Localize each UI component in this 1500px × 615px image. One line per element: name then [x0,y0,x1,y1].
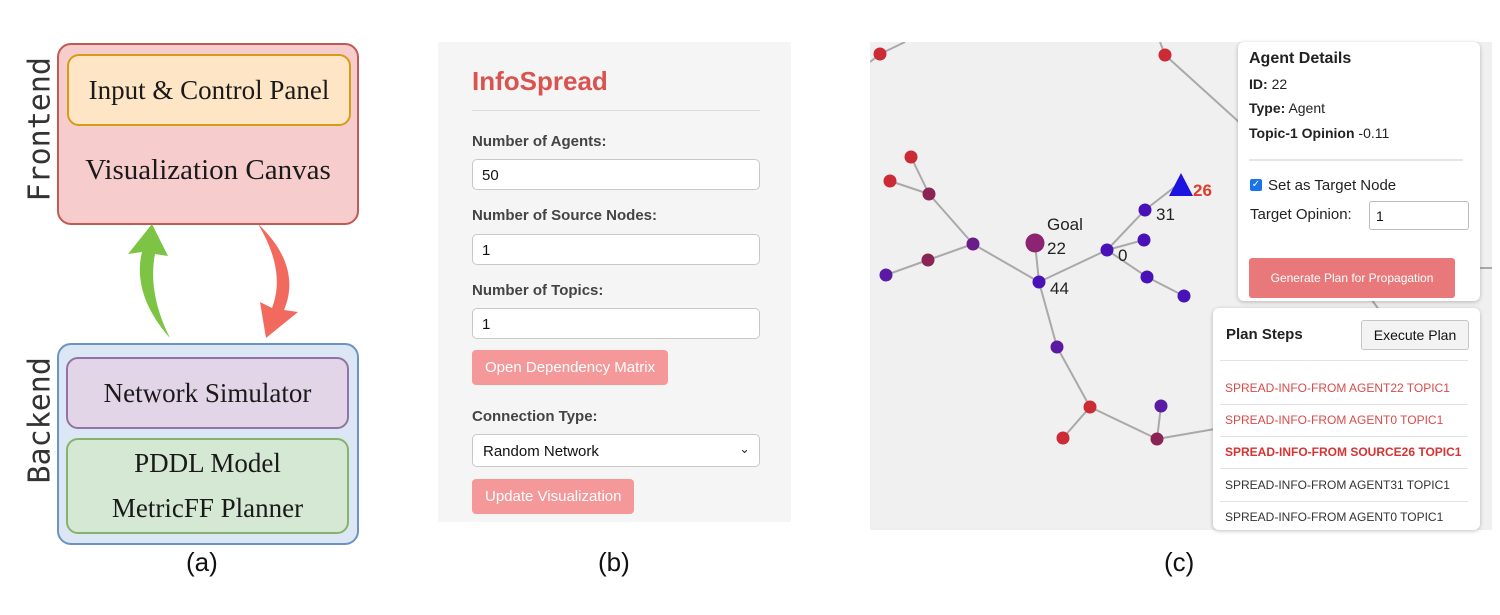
network-node[interactable] [922,187,936,201]
network-node[interactable] [883,174,897,188]
plan-step[interactable]: SPREAD-INFO-FROM AGENT22 TOPIC1 [1225,381,1450,395]
caption-c: (c) [1164,547,1195,577]
plan-steps-heading: Plan Steps [1226,326,1303,343]
target-node-checkbox-label: Set as Target Node [1268,177,1397,194]
connection-type-value: Random Network [483,443,599,460]
open-dependency-matrix-label: Open Dependency Matrix [485,359,656,376]
frontend-side-label: Frontend [22,57,58,202]
execute-plan-button[interactable]: Execute Plan [1361,320,1469,350]
agent-type-value: Agent [1288,100,1326,116]
network-simulator-box: Network Simulator [66,357,349,429]
execute-plan-label: Execute Plan [1373,327,1457,343]
target-opinion-label: Target Opinion: [1250,206,1352,223]
network-node[interactable] [904,150,918,164]
connection-type-label: Connection Type: [472,408,598,425]
node-44-label: 44 [1050,279,1069,298]
title-divider [472,110,760,111]
generate-plan-button[interactable]: Generate Plan for Propagation [1249,258,1455,298]
visualization-canvas-label: Visualization Canvas [85,153,331,186]
pddl-planner-box: PDDL Model MetricFF Planner [66,438,349,534]
goal-node-label: Goal [1047,215,1083,234]
network-node[interactable] [1140,270,1154,284]
num-agents-input[interactable]: 50 [472,159,760,190]
app-title: InfoSpread [472,66,608,96]
plan-divider [1220,436,1468,437]
plan-step-current[interactable]: SPREAD-INFO-FROM SOURCE26 TOPIC1 [1225,445,1461,459]
network-node[interactable] [921,253,935,267]
node-0-label: 0 [1118,246,1128,265]
pddl-model-label: PDDL Model [134,448,281,478]
plan-step[interactable]: SPREAD-INFO-FROM AGENT31 TOPIC1 [1225,478,1450,492]
network-node[interactable] [1150,432,1164,446]
plan-step[interactable]: SPREAD-INFO-FROM AGENT0 TOPIC1 [1225,413,1443,427]
plan-step[interactable]: SPREAD-INFO-FROM AGENT0 TOPIC1 [1225,510,1443,524]
agent-opinion-row: Topic-1 Opinion -0.11 [1249,125,1389,141]
node-26-label: 26 [1193,181,1212,200]
plan-divider [1220,468,1468,469]
network-node-44[interactable] [1032,275,1046,289]
agent-opinion-value: -0.11 [1358,125,1390,141]
num-sources-input[interactable]: 1 [472,234,760,265]
network-node[interactable] [873,47,887,61]
generate-plan-label: Generate Plan for Propagation [1270,271,1434,285]
network-node[interactable] [1083,400,1097,414]
num-topics-label: Number of Topics: [472,282,604,299]
network-node-31[interactable] [1138,203,1152,217]
network-node[interactable] [1154,399,1168,413]
node-31-label: 31 [1156,205,1175,224]
plan-divider [1220,404,1468,405]
source-node-26-triangle[interactable] [1169,173,1193,196]
data-flow-arrows [128,224,298,338]
goal-node-22[interactable] [1025,233,1045,253]
connection-type-select[interactable]: Random Network ⌄ [472,434,760,467]
input-control-panel-box: Input & Control Panel [67,54,351,126]
network-node[interactable] [1158,48,1172,62]
network-node-0[interactable] [1100,243,1114,257]
input-control-panel-label: Input & Control Panel [88,74,330,105]
target-node-checkbox[interactable]: ✓ [1250,179,1262,191]
agent-type-row: Type: Agent [1249,100,1325,116]
up-arrow [128,224,170,338]
num-agents-label: Number of Agents: [472,133,607,150]
network-node[interactable] [966,237,980,251]
network-node[interactable] [879,268,893,282]
backend-side-label: Backend [22,357,58,484]
agent-id-label: ID: [1249,76,1268,92]
num-sources-label: Number of Source Nodes: [472,207,658,224]
network-node[interactable] [1137,233,1151,247]
visualization-canvas-box: Visualization Canvas [57,140,359,200]
update-visualization-label: Update Visualization [485,488,622,505]
chevron-down-icon: ⌄ [739,441,750,456]
target-opinion-input[interactable]: 1 [1369,201,1469,230]
network-node[interactable] [1056,431,1070,445]
num-topics-input[interactable]: 1 [472,308,760,339]
agent-id-value: 22 [1271,76,1288,92]
agent-opinion-label: Topic-1 Opinion [1249,125,1355,141]
network-node[interactable] [1177,289,1191,303]
target-opinion-value: 1 [1376,208,1384,224]
metricff-planner-label: MetricFF Planner [111,493,304,523]
node-22-label: 22 [1047,239,1066,258]
caption-a: (a) [186,547,218,577]
agent-details-divider [1249,159,1463,161]
agent-type-label: Type: [1249,100,1286,116]
network-node[interactable] [1050,340,1064,354]
down-arrow [258,224,298,338]
caption-b: (b) [598,547,630,577]
network-simulator-label: Network Simulator [103,377,312,408]
plan-divider [1220,501,1468,502]
agent-id-row: ID: 22 [1249,76,1287,92]
plan-divider [1220,360,1468,361]
agent-details-heading: Agent Details [1249,50,1352,67]
open-dependency-matrix-button[interactable]: Open Dependency Matrix [472,350,669,385]
update-visualization-button[interactable]: Update Visualization [472,479,635,514]
